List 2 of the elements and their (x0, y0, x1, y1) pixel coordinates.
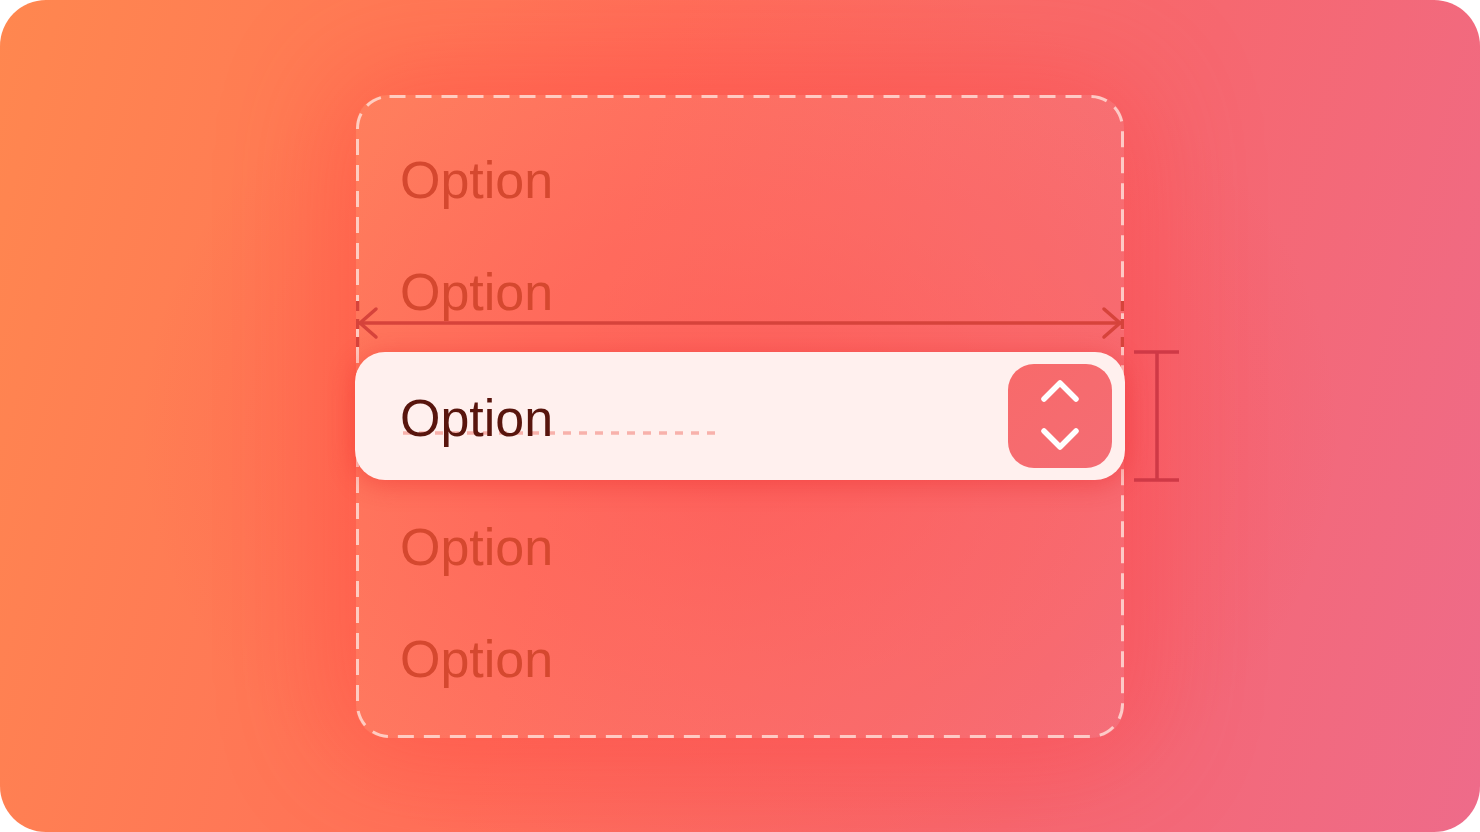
popup-button[interactable]: Option (355, 352, 1125, 480)
chevron-up-down-icon (1008, 364, 1112, 468)
